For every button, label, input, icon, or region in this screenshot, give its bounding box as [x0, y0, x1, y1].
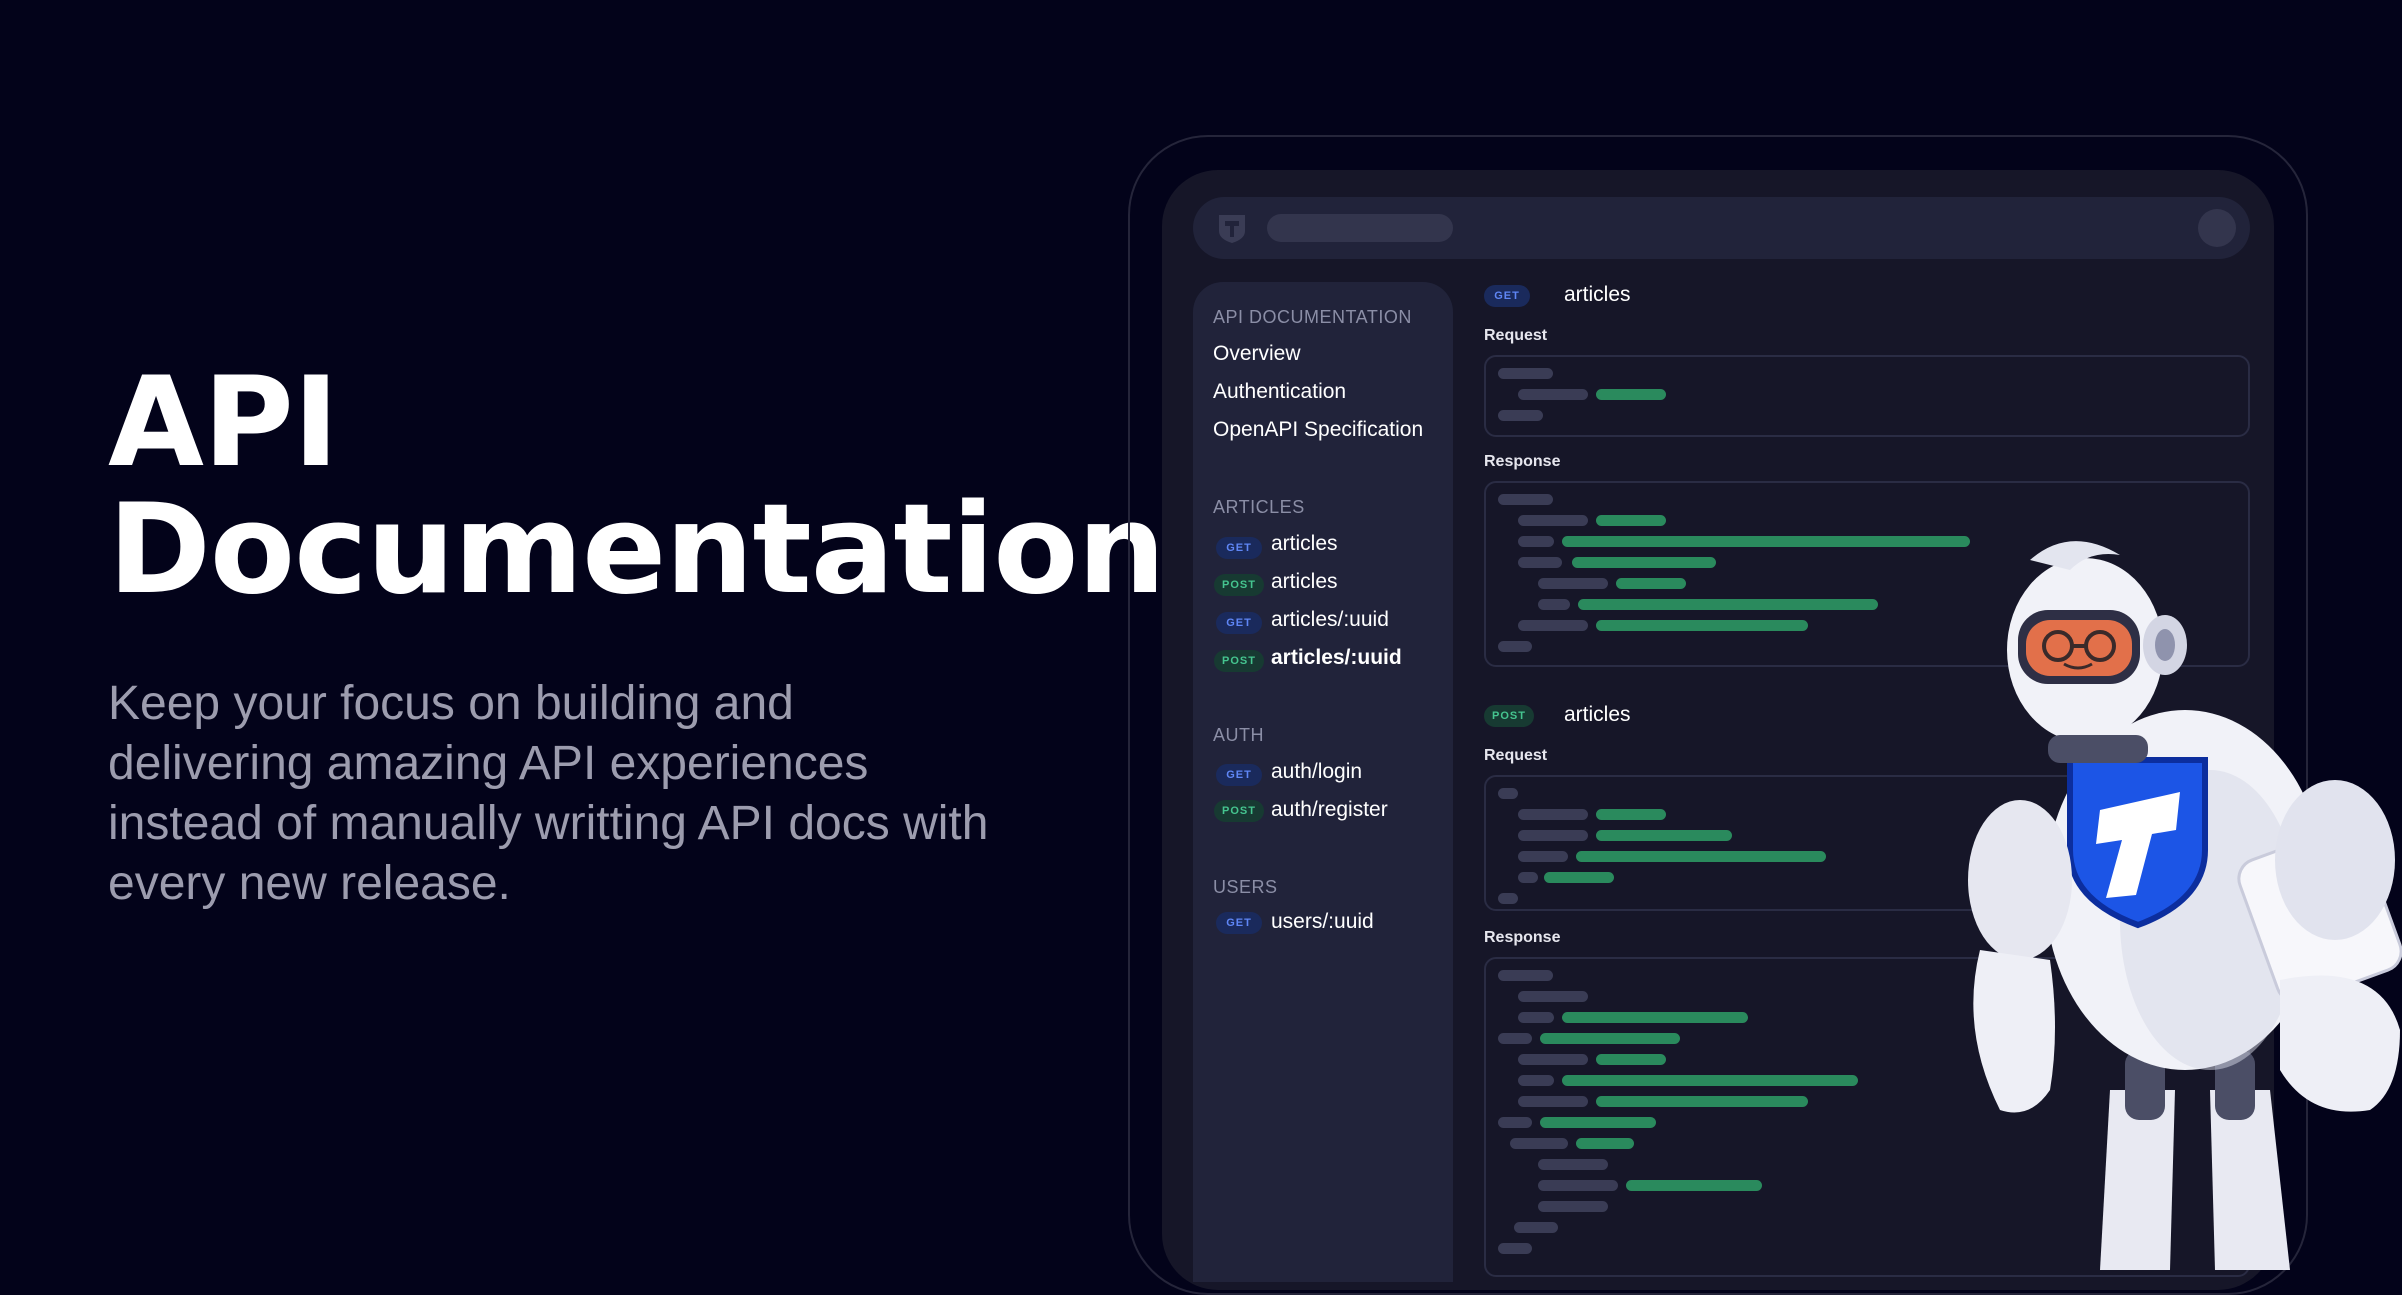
- code-line: [1544, 872, 1614, 883]
- code-line: [1596, 830, 1732, 841]
- post-method-badge: POST: [1214, 650, 1264, 672]
- code-line: [1562, 1012, 1748, 1023]
- code-line: [1518, 515, 1588, 526]
- post-method-badge: POST: [1214, 574, 1264, 596]
- code-line: [1518, 872, 1538, 883]
- code-line: [1538, 578, 1608, 589]
- code-line: [1518, 1096, 1588, 1107]
- code-line: [1498, 494, 1553, 505]
- post-method-badge: POST: [1214, 800, 1264, 822]
- code-line: [1576, 851, 1826, 862]
- get-method-badge: GET: [1484, 285, 1530, 307]
- sidebar-item-auth-login[interactable]: auth/login: [1271, 760, 1362, 784]
- code-line: [1498, 1033, 1532, 1044]
- code-line: [1576, 1138, 1634, 1149]
- code-line: [1514, 1222, 1558, 1233]
- code-line: [1518, 536, 1554, 547]
- code-line: [1540, 1033, 1680, 1044]
- request-code-block: [1484, 355, 2250, 437]
- endpoint-title: articles: [1564, 703, 1631, 726]
- sidebar: API DOCUMENTATION Overview Authenticatio…: [1193, 282, 1453, 1282]
- code-line: [1518, 851, 1568, 862]
- endpoint-title: articles: [1564, 283, 1631, 306]
- code-line: [1540, 1117, 1656, 1128]
- sidebar-section-title: AUTH: [1213, 725, 1264, 745]
- code-line: [1498, 893, 1518, 904]
- code-line: [1626, 1180, 1762, 1191]
- sidebar-item-users-uuid[interactable]: users/:uuid: [1271, 910, 1374, 934]
- code-line: [1596, 620, 1808, 631]
- code-line: [1562, 536, 1970, 547]
- robot-astronaut-mascot: [1968, 541, 2402, 1270]
- sidebar-item-get-article-uuid[interactable]: articles/:uuid: [1271, 608, 1389, 632]
- code-line: [1596, 389, 1666, 400]
- code-line: [1538, 599, 1570, 610]
- get-method-badge: GET: [1216, 764, 1262, 786]
- get-method-badge: GET: [1216, 612, 1262, 634]
- response-label: Response: [1484, 929, 1561, 946]
- code-line: [1498, 970, 1553, 981]
- sidebar-item-authentication[interactable]: Authentication: [1213, 380, 1346, 404]
- get-method-badge: GET: [1216, 537, 1262, 559]
- hero-title: API Documentation: [108, 351, 1166, 622]
- sidebar-item-post-article-uuid[interactable]: articles/:uuid: [1271, 646, 1402, 670]
- code-line: [1510, 1138, 1568, 1149]
- code-line: [1498, 368, 1553, 379]
- sidebar-section-title: ARTICLES: [1213, 497, 1305, 517]
- code-line: [1498, 1243, 1532, 1254]
- sidebar-section-title: USERS: [1213, 877, 1278, 897]
- code-line: [1518, 809, 1588, 820]
- code-line: [1518, 620, 1588, 631]
- sidebar-item-overview[interactable]: Overview: [1213, 342, 1301, 366]
- request-label: Request: [1484, 747, 1548, 764]
- code-line: [1498, 1117, 1532, 1128]
- code-line: [1518, 991, 1588, 1002]
- code-line: [1596, 1096, 1808, 1107]
- code-line: [1538, 1159, 1608, 1170]
- code-line: [1562, 1075, 1858, 1086]
- search-bar[interactable]: [1267, 214, 1453, 242]
- request-label: Request: [1484, 327, 1548, 344]
- sidebar-item-post-articles[interactable]: articles: [1271, 570, 1338, 594]
- code-line: [1572, 557, 1716, 568]
- sidebar-item-auth-register[interactable]: auth/register: [1271, 798, 1388, 822]
- code-line: [1518, 1075, 1554, 1086]
- sidebar-item-openapi-specification[interactable]: OpenAPI Specification: [1213, 418, 1423, 442]
- code-line: [1498, 410, 1543, 421]
- code-line: [1518, 1054, 1588, 1065]
- sidebar-section-title: API DOCUMENTATION: [1213, 307, 1412, 327]
- code-line: [1518, 830, 1588, 841]
- app-topbar: [1193, 197, 2250, 259]
- hero-section: API Documentation Keep your focus on bui…: [108, 351, 1166, 914]
- code-line: [1596, 809, 1666, 820]
- code-line: [1616, 578, 1686, 589]
- code-line: [1578, 599, 1878, 610]
- code-line: [1538, 1201, 1608, 1212]
- code-line: [1596, 515, 1666, 526]
- avatar-icon[interactable]: [2198, 209, 2236, 247]
- code-line: [1498, 641, 1532, 652]
- code-line: [1518, 1012, 1554, 1023]
- get-method-badge: GET: [1216, 912, 1262, 934]
- code-line: [1518, 389, 1588, 400]
- response-label: Response: [1484, 453, 1561, 470]
- hero-subtitle: Keep your focus on building and deliveri…: [108, 677, 989, 910]
- code-line: [1596, 1054, 1666, 1065]
- t-shield-logo-icon[interactable]: [1215, 211, 1249, 245]
- sidebar-item-get-articles[interactable]: articles: [1271, 532, 1338, 556]
- code-line: [1518, 557, 1562, 568]
- post-method-badge: POST: [1484, 705, 1534, 727]
- code-line: [1498, 788, 1518, 799]
- code-line: [1538, 1180, 1618, 1191]
